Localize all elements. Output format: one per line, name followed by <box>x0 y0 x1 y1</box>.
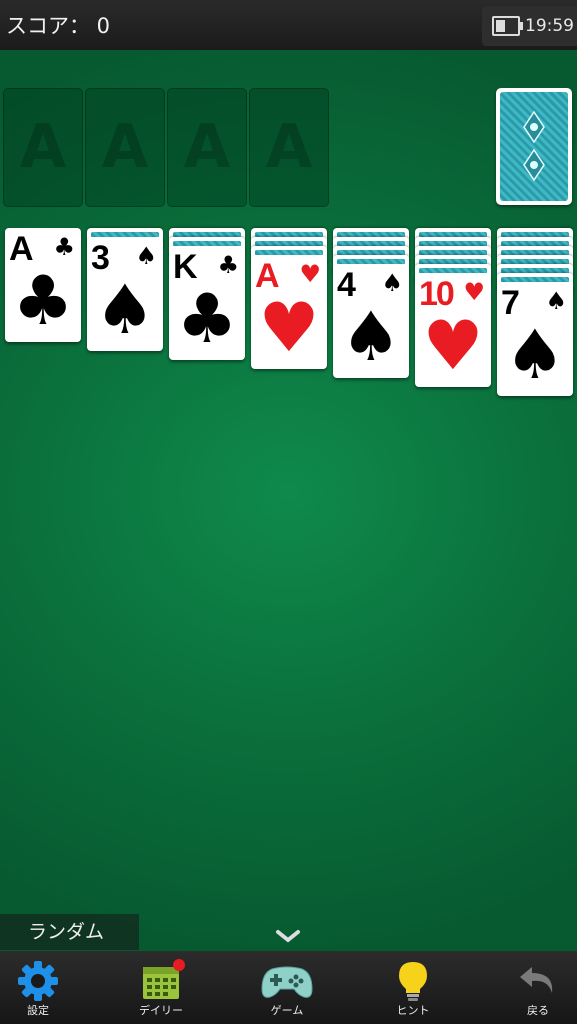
card-suit-small: ♠ <box>381 269 403 297</box>
tableau-card-5[interactable]: 4 ♠ ♠ <box>333 264 409 378</box>
undo-button[interactable]: 戻る <box>498 951 577 1024</box>
card-suit-large: ♠ <box>340 298 402 377</box>
card-suit-small: ♥ <box>463 278 485 306</box>
card-suit-large: ♣ <box>12 262 74 341</box>
clock: 19:59 <box>525 16 574 36</box>
chevron-down-icon[interactable] <box>275 928 301 944</box>
settings-label: 設定 <box>27 1004 49 1017</box>
tableau-card-1[interactable]: A ♣ ♣ <box>5 228 81 342</box>
tableau-card-3[interactable]: K ♣ ♣ <box>169 246 245 360</box>
card-back <box>500 92 568 201</box>
undo-label: 戻る <box>527 1004 549 1017</box>
foundation-pile-4[interactable]: A <box>249 88 329 207</box>
undo-icon <box>520 967 553 993</box>
foundation-pile-3[interactable]: A <box>167 88 247 207</box>
gear-icon <box>18 961 58 1001</box>
score-label: スコア： 0 <box>6 14 111 38</box>
card-suit-large: ♠ <box>504 316 566 395</box>
daily-button[interactable]: デイリー <box>121 951 201 1024</box>
games-button[interactable]: ゲーム <box>247 951 327 1024</box>
calendar-icon <box>143 959 185 999</box>
status-area: 19:59 <box>482 6 577 46</box>
hint-button[interactable]: ヒント <box>373 951 453 1024</box>
foundation-pile-1[interactable]: A <box>3 88 83 207</box>
foundation-pile-2[interactable]: A <box>85 88 165 207</box>
gamepad-icon <box>261 966 313 998</box>
games-label: ゲーム <box>270 1004 304 1017</box>
tableau-card-2[interactable]: 3 ♠ ♠ <box>87 237 163 351</box>
card-suit-large: ♥ <box>258 289 320 368</box>
top-bar: スコア： 0 19:59 <box>0 0 577 50</box>
tableau-card-7[interactable]: 7 ♠ ♠ <box>497 282 573 396</box>
tableau-card-6[interactable]: 10 ♥ ♥ <box>415 273 491 387</box>
battery-icon <box>492 16 523 36</box>
card-suit-small: ♣ <box>53 233 75 261</box>
card-suit-small: ♠ <box>135 242 157 270</box>
card-suit-small: ♣ <box>217 251 239 279</box>
hint-label: ヒント <box>396 1004 430 1017</box>
card-suit-small: ♥ <box>299 260 321 288</box>
card-suit-large: ♣ <box>176 280 238 359</box>
daily-label: デイリー <box>139 1004 183 1017</box>
tableau-card-4[interactable]: A ♥ ♥ <box>251 255 327 369</box>
mode-label[interactable]: ランダム <box>0 914 139 950</box>
settings-button[interactable]: 設定 <box>0 951 78 1024</box>
card-suit-small: ♠ <box>545 287 567 315</box>
card-suit-large: ♥ <box>422 307 484 386</box>
card-suit-large: ♠ <box>94 271 156 350</box>
bottom-nav: 設定 デイリー ゲーム ヒント 戻る <box>0 951 577 1024</box>
card-back-ornament-icon <box>523 110 545 182</box>
lightbulb-icon <box>399 962 427 1001</box>
stock-pile[interactable] <box>496 88 572 205</box>
